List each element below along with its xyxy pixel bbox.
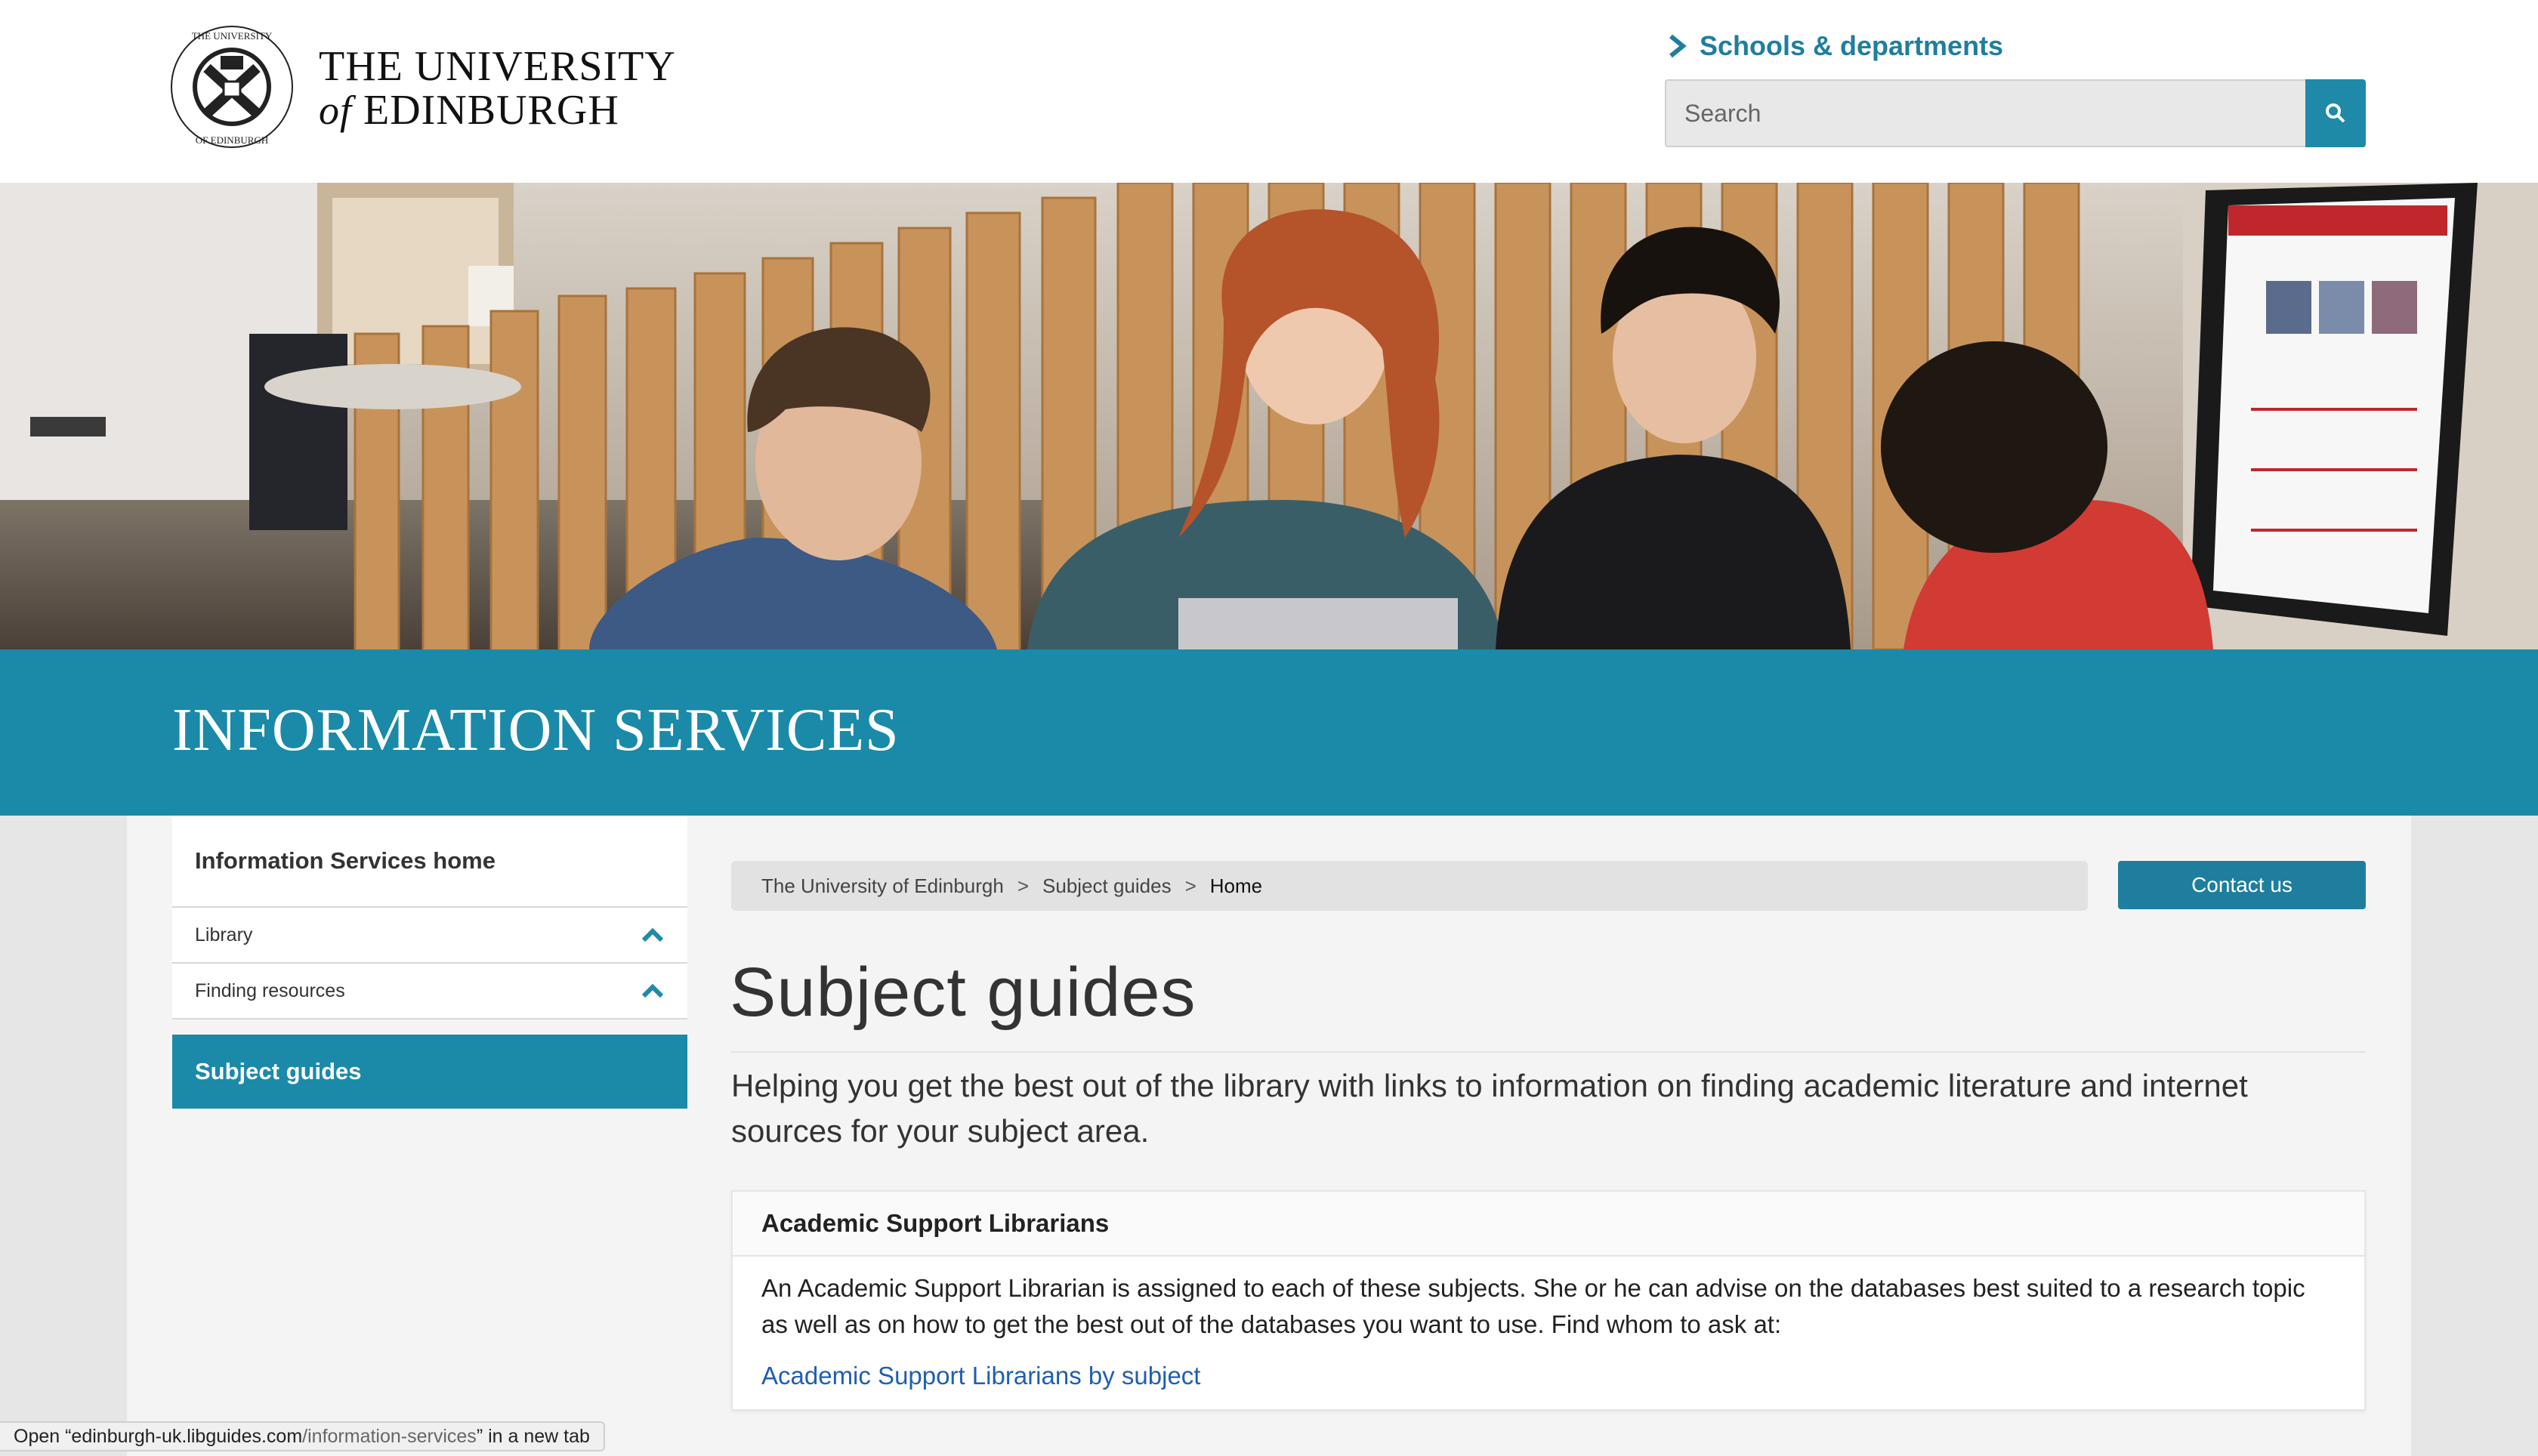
hero-image [0,183,2538,649]
schools-departments-label: Schools & departments [1700,30,2004,61]
breadcrumb-link-subject-guides[interactable]: Subject guides [1042,875,1172,898]
university-crest-icon[interactable]: THE UNIVERSITY OF EDINBURGH [168,23,296,151]
section-banner: INFORMATION SERVICES [0,649,2538,816]
search-input[interactable] [1665,79,2305,147]
status-url-path: /information-services [302,1425,477,1447]
breadcrumb: The University of Edinburgh > Subject gu… [731,861,2088,911]
breadcrumb-link-university[interactable]: The University of Edinburgh [761,875,1004,898]
status-url-suffix: ” in a new tab [476,1425,590,1447]
site-header: THE UNIVERSITY OF EDINBURGH THE UNIVERSI… [0,0,2538,183]
chevron-up-icon[interactable] [641,982,665,999]
svg-text:THE UNIVERSITY: THE UNIVERSITY [192,30,273,42]
logo-line-1: THE UNIVERSITY [319,43,676,90]
search-button[interactable] [2305,79,2366,147]
university-logo-text[interactable]: THE UNIVERSITY of EDINBURGH [319,44,676,131]
chevron-up-icon[interactable] [641,927,665,943]
chevron-right-icon [1669,34,1687,58]
sidebar-item-library[interactable]: Library [172,908,687,964]
status-url-prefix: Open “edinburgh-uk.libguides.com [14,1425,303,1447]
sidebar-item-label: Finding resources [195,979,345,1001]
card-body-text: An Academic Support Librarian is assigne… [761,1274,2305,1338]
banner-title[interactable]: INFORMATION SERVICES [172,696,900,765]
intro-text: Helping you get the best out of the libr… [731,1068,2248,1149]
sidebar-item-information-services-home[interactable]: Information Services home [172,816,687,908]
breadcrumb-current: Home [1209,874,1263,897]
academic-support-card: Academic Support Librarians An Academic … [731,1190,2366,1411]
sidebar-item-label: Library [195,924,253,945]
logo-line-2: of EDINBURGH [319,89,676,131]
sidebar-item-finding-resources[interactable]: Finding resources [172,964,687,1020]
contact-us-button[interactable]: Contact us [2118,861,2366,909]
sidebar-nav: Information Services home Library Findin… [172,816,687,1109]
schools-departments-link[interactable]: Schools & departments [1666,27,2003,65]
page-gutter-right [2411,816,2538,1456]
card-body: An Academic Support Librarian is assigne… [733,1257,2364,1394]
svg-text:OF EDINBURGH: OF EDINBURGH [196,134,268,146]
browser-status-bar: Open “edinburgh-uk.libguides.com/informa… [0,1421,605,1451]
hero-photo-students [0,183,2538,649]
logo-edinburgh: EDINBURGH [363,87,619,134]
card-heading: Academic Support Librarians [733,1192,2364,1257]
sidebar-item-subject-guides[interactable]: Subject guides [172,1035,687,1109]
logo-of: of [319,88,353,133]
breadcrumb-separator: > [1184,874,1196,897]
site-search [1665,79,2366,147]
breadcrumb-separator: > [1017,874,1030,897]
title-divider [731,1051,2366,1053]
page-gutter-left [0,816,127,1456]
page-title: Subject guides [730,954,1196,1031]
search-icon [2326,103,2345,123]
academic-support-librarians-link[interactable]: Academic Support Librarians by subject [761,1358,2336,1394]
